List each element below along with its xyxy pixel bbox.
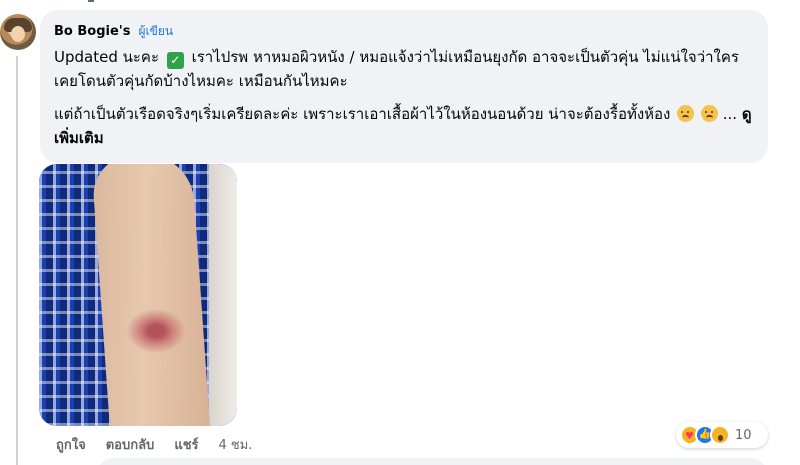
reaction-count: 10 [735,427,752,443]
reaction-summary[interactable]: 👍 10 [676,422,768,448]
previous-comment-fragment [88,0,94,2]
next-comment-bubble [96,458,768,465]
crying-face-icon [700,105,718,122]
crying-face-icon [677,105,695,122]
comment-actions: ถูกใจ ตอบกลับ แชร์ 4 ชม. [56,434,252,455]
comment-text-start: Updated นะคะ [54,48,160,66]
photo-bite-mark [127,309,185,353]
share-button[interactable]: แชร์ [174,434,198,455]
check-mark-icon: ✓ [166,52,184,69]
comment-bubble: Bo Bogie's ผู้เขียน Updated นะคะ ✓ เราไป… [40,10,768,163]
photo-arm [91,164,211,426]
author-row: Bo Bogie's ผู้เขียน [54,22,754,42]
avatar[interactable] [0,14,36,50]
reply-button[interactable]: ตอบกลับ [106,434,155,455]
comment-paragraph-1: Updated นะคะ ✓ เราไปรพ หาหมอผิวหนัง / หม… [54,45,754,93]
thread-line [16,56,18,465]
comment-paragraph-2: แต่ถ้าเป็นตัวเรือดจริงๆเริ่มเครียดละค่ะ … [54,102,754,150]
photo-background-wall [209,164,237,426]
ellipsis: ... [722,105,738,123]
like-button[interactable]: ถูกใจ [56,434,86,455]
wow-reaction-icon [710,425,730,445]
avatar-face [11,26,25,42]
author-badge: ผู้เขียน [138,24,174,38]
comment-text-2: แต่ถ้าเป็นตัวเรือดจริงๆเริ่มเครียดละค่ะ … [54,105,671,123]
author-name[interactable]: Bo Bogie's [54,24,131,39]
comment-photo[interactable] [39,164,237,426]
comment-timestamp[interactable]: 4 ชม. [219,434,253,455]
